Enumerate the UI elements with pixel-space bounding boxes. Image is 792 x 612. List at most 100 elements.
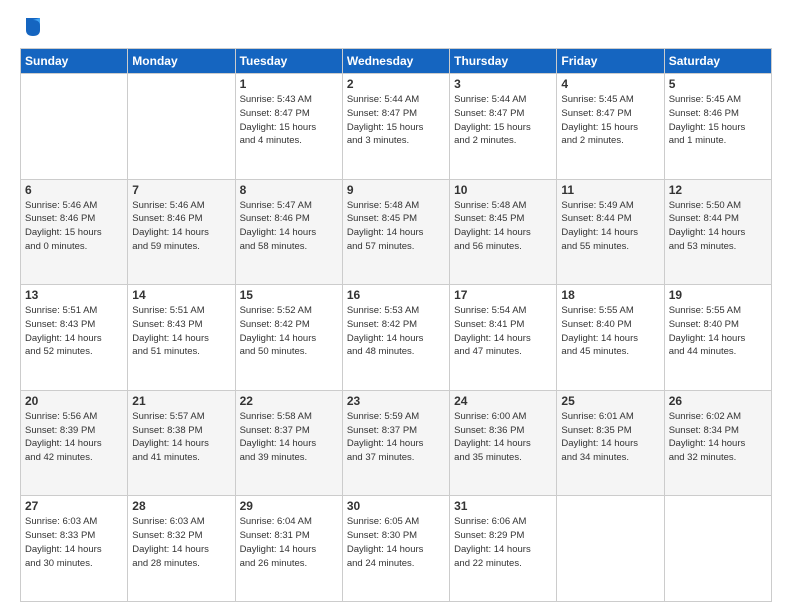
day-info: Sunrise: 5:52 AM Sunset: 8:42 PM Dayligh… — [240, 304, 338, 359]
day-number: 30 — [347, 499, 445, 513]
calendar-cell: 25Sunrise: 6:01 AM Sunset: 8:35 PM Dayli… — [557, 390, 664, 496]
day-number: 26 — [669, 394, 767, 408]
day-number: 14 — [132, 288, 230, 302]
day-info: Sunrise: 5:48 AM Sunset: 8:45 PM Dayligh… — [347, 199, 445, 254]
day-number: 4 — [561, 77, 659, 91]
weekday-header-sunday: Sunday — [21, 49, 128, 74]
calendar-cell: 10Sunrise: 5:48 AM Sunset: 8:45 PM Dayli… — [450, 179, 557, 285]
day-info: Sunrise: 5:44 AM Sunset: 8:47 PM Dayligh… — [454, 93, 552, 148]
weekday-header-saturday: Saturday — [664, 49, 771, 74]
day-number: 23 — [347, 394, 445, 408]
day-info: Sunrise: 5:58 AM Sunset: 8:37 PM Dayligh… — [240, 410, 338, 465]
weekday-header-monday: Monday — [128, 49, 235, 74]
day-number: 7 — [132, 183, 230, 197]
header — [20, 18, 772, 38]
day-number: 27 — [25, 499, 123, 513]
calendar-cell: 6 Sunrise: 5:46 AM Sunset: 8:46 PM Daylig… — [21, 179, 128, 285]
calendar-cell: 27 Sunrise: 6:03 AM Sunset: 8:33 PM Dayli… — [21, 496, 128, 602]
calendar-week-row: 6 Sunrise: 5:46 AM Sunset: 8:46 PM Daylig… — [21, 179, 772, 285]
day-number: 31 — [454, 499, 552, 513]
day-number: 16 — [347, 288, 445, 302]
day-info: Sunrise: 5:45 AM Sunset: 8:47 PM Dayligh… — [561, 93, 659, 148]
calendar-cell: 13 Sunrise: 5:51 AM Sunset: 8:43 PM Dayli… — [21, 285, 128, 391]
day-number: 24 — [454, 394, 552, 408]
day-info: Sunrise: 5:57 AM Sunset: 8:38 PM Dayligh… — [132, 410, 230, 465]
day-number: 9 — [347, 183, 445, 197]
day-info: Sunrise: 5:46 AM Sunset: 8:46 PM Dayligh… — [25, 199, 123, 254]
day-info: Sunrise: 6:00 AM Sunset: 8:36 PM Dayligh… — [454, 410, 552, 465]
day-info: Sunrise: 5:45 AM Sunset: 8:46 PM Dayligh… — [669, 93, 767, 148]
logo — [20, 18, 42, 38]
day-info: Sunrise: 5:48 AM Sunset: 8:45 PM Dayligh… — [454, 199, 552, 254]
calendar-cell — [128, 74, 235, 180]
day-number: 8 — [240, 183, 338, 197]
day-number: 5 — [669, 77, 767, 91]
day-number: 19 — [669, 288, 767, 302]
day-number: 18 — [561, 288, 659, 302]
day-info: Sunrise: 5:44 AM Sunset: 8:47 PM Dayligh… — [347, 93, 445, 148]
day-number: 21 — [132, 394, 230, 408]
day-number: 29 — [240, 499, 338, 513]
calendar-week-row: 1Sunrise: 5:43 AM Sunset: 8:47 PM Daylig… — [21, 74, 772, 180]
calendar-cell: 18 Sunrise: 5:55 AM Sunset: 8:40 PM Dayli… — [557, 285, 664, 391]
calendar-cell — [557, 496, 664, 602]
calendar-week-row: 27 Sunrise: 6:03 AM Sunset: 8:33 PM Dayli… — [21, 496, 772, 602]
calendar-cell: 20Sunrise: 5:56 AM Sunset: 8:39 PM Dayli… — [21, 390, 128, 496]
calendar-cell: 11Sunrise: 5:49 AM Sunset: 8:44 PM Dayli… — [557, 179, 664, 285]
calendar-cell — [21, 74, 128, 180]
day-info: Sunrise: 5:55 AM Sunset: 8:40 PM Dayligh… — [669, 304, 767, 359]
day-number: 28 — [132, 499, 230, 513]
day-number: 6 — [25, 183, 123, 197]
calendar-cell: 12 Sunrise: 5:50 AM Sunset: 8:44 PM Dayli… — [664, 179, 771, 285]
day-info: Sunrise: 6:03 AM Sunset: 8:33 PM Dayligh… — [25, 515, 123, 570]
day-info: Sunrise: 6:04 AM Sunset: 8:31 PM Dayligh… — [240, 515, 338, 570]
weekday-header-row: SundayMondayTuesdayWednesdayThursdayFrid… — [21, 49, 772, 74]
day-info: Sunrise: 6:03 AM Sunset: 8:32 PM Dayligh… — [132, 515, 230, 570]
calendar-week-row: 20Sunrise: 5:56 AM Sunset: 8:39 PM Dayli… — [21, 390, 772, 496]
calendar-table: SundayMondayTuesdayWednesdayThursdayFrid… — [20, 48, 772, 602]
page: SundayMondayTuesdayWednesdayThursdayFrid… — [0, 0, 792, 612]
calendar-cell — [664, 496, 771, 602]
day-info: Sunrise: 5:43 AM Sunset: 8:47 PM Dayligh… — [240, 93, 338, 148]
day-info: Sunrise: 5:51 AM Sunset: 8:43 PM Dayligh… — [25, 304, 123, 359]
day-number: 15 — [240, 288, 338, 302]
calendar-cell: 21 Sunrise: 5:57 AM Sunset: 8:38 PM Dayli… — [128, 390, 235, 496]
calendar-cell: 7 Sunrise: 5:46 AM Sunset: 8:46 PM Daylig… — [128, 179, 235, 285]
calendar-cell: 16 Sunrise: 5:53 AM Sunset: 8:42 PM Dayli… — [342, 285, 449, 391]
calendar-cell: 30 Sunrise: 6:05 AM Sunset: 8:30 PM Dayli… — [342, 496, 449, 602]
day-info: Sunrise: 5:59 AM Sunset: 8:37 PM Dayligh… — [347, 410, 445, 465]
calendar-cell: 31 Sunrise: 6:06 AM Sunset: 8:29 PM Dayli… — [450, 496, 557, 602]
day-info: Sunrise: 6:02 AM Sunset: 8:34 PM Dayligh… — [669, 410, 767, 465]
weekday-header-tuesday: Tuesday — [235, 49, 342, 74]
weekday-header-friday: Friday — [557, 49, 664, 74]
day-info: Sunrise: 5:51 AM Sunset: 8:43 PM Dayligh… — [132, 304, 230, 359]
calendar-cell: 26 Sunrise: 6:02 AM Sunset: 8:34 PM Dayli… — [664, 390, 771, 496]
calendar-cell: 19 Sunrise: 5:55 AM Sunset: 8:40 PM Dayli… — [664, 285, 771, 391]
calendar-cell: 28 Sunrise: 6:03 AM Sunset: 8:32 PM Dayli… — [128, 496, 235, 602]
calendar-cell: 8Sunrise: 5:47 AM Sunset: 8:46 PM Daylig… — [235, 179, 342, 285]
day-number: 12 — [669, 183, 767, 197]
day-info: Sunrise: 5:54 AM Sunset: 8:41 PM Dayligh… — [454, 304, 552, 359]
logo-icon — [24, 16, 42, 38]
day-info: Sunrise: 6:05 AM Sunset: 8:30 PM Dayligh… — [347, 515, 445, 570]
day-number: 17 — [454, 288, 552, 302]
weekday-header-thursday: Thursday — [450, 49, 557, 74]
day-info: Sunrise: 5:53 AM Sunset: 8:42 PM Dayligh… — [347, 304, 445, 359]
weekday-header-wednesday: Wednesday — [342, 49, 449, 74]
calendar-cell: 15 Sunrise: 5:52 AM Sunset: 8:42 PM Dayli… — [235, 285, 342, 391]
calendar-cell: 1Sunrise: 5:43 AM Sunset: 8:47 PM Daylig… — [235, 74, 342, 180]
day-number: 13 — [25, 288, 123, 302]
calendar-cell: 14 Sunrise: 5:51 AM Sunset: 8:43 PM Dayli… — [128, 285, 235, 391]
day-info: Sunrise: 5:56 AM Sunset: 8:39 PM Dayligh… — [25, 410, 123, 465]
calendar-cell: 22 Sunrise: 5:58 AM Sunset: 8:37 PM Dayli… — [235, 390, 342, 496]
calendar-week-row: 13 Sunrise: 5:51 AM Sunset: 8:43 PM Dayli… — [21, 285, 772, 391]
day-info: Sunrise: 5:50 AM Sunset: 8:44 PM Dayligh… — [669, 199, 767, 254]
calendar-cell: 24 Sunrise: 6:00 AM Sunset: 8:36 PM Dayli… — [450, 390, 557, 496]
day-number: 3 — [454, 77, 552, 91]
calendar-cell: 4 Sunrise: 5:45 AM Sunset: 8:47 PM Daylig… — [557, 74, 664, 180]
day-info: Sunrise: 5:46 AM Sunset: 8:46 PM Dayligh… — [132, 199, 230, 254]
day-info: Sunrise: 5:55 AM Sunset: 8:40 PM Dayligh… — [561, 304, 659, 359]
day-info: Sunrise: 6:06 AM Sunset: 8:29 PM Dayligh… — [454, 515, 552, 570]
calendar-cell: 9 Sunrise: 5:48 AM Sunset: 8:45 PM Daylig… — [342, 179, 449, 285]
day-number: 22 — [240, 394, 338, 408]
